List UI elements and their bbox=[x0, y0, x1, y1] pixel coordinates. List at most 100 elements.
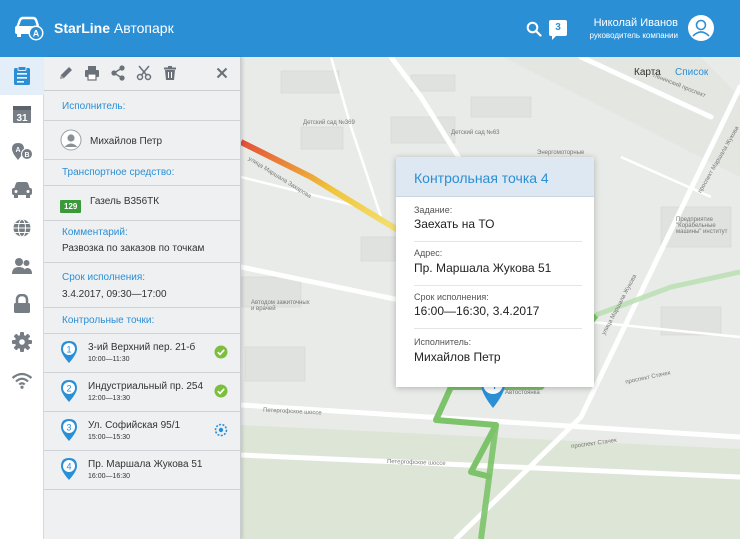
divider bbox=[44, 185, 241, 186]
checkpoint-item[interactable]: 2 Индустриальный пр. 254 12:00—13:30 bbox=[44, 373, 241, 411]
vehicle-section-label: Транспортное средство: bbox=[62, 167, 175, 178]
nav-routes[interactable]: A B bbox=[0, 133, 44, 171]
nav-connection[interactable] bbox=[0, 361, 44, 399]
executor-section-label: Исполнитель: bbox=[62, 101, 126, 112]
svg-text:1: 1 bbox=[66, 345, 71, 355]
address-value: Пр. Маршала Жукова 51 bbox=[414, 261, 552, 275]
app-title: StarLine Автопарк bbox=[54, 20, 174, 36]
tab-list[interactable]: Список bbox=[675, 67, 708, 78]
address-label: Адрес: bbox=[414, 248, 443, 258]
map-label: Автостоянка bbox=[505, 390, 540, 396]
user-role: руководитель компании bbox=[589, 31, 678, 40]
cut-icon[interactable] bbox=[136, 65, 152, 81]
executor-value: Михайлов Петр bbox=[414, 350, 501, 364]
search-icon[interactable] bbox=[526, 21, 542, 37]
map-label: Детский сад №63 bbox=[451, 130, 500, 136]
checkpoints-section-label: Контрольные точки: bbox=[62, 315, 155, 326]
gear-icon bbox=[12, 332, 32, 352]
comment-text: Развозка по заказов по точкам bbox=[62, 243, 205, 254]
nav-settings[interactable] bbox=[0, 323, 44, 361]
users-icon bbox=[12, 258, 32, 274]
checkpoint-item[interactable]: 1 3-ий Верхний пер. 21-б 10:00—11:30 bbox=[44, 334, 241, 372]
vehicle-name[interactable]: Газель В356ТК bbox=[90, 196, 159, 207]
checkpoint-pin-icon: 3 bbox=[61, 419, 77, 441]
svg-text:3: 3 bbox=[66, 423, 71, 433]
checkpoint-popup: Контрольная точка 4 Задание: Заехать на … bbox=[396, 157, 594, 387]
checkpoint-item[interactable]: 3 Ул. Софийская 95/1 15:00—15:30 bbox=[44, 412, 241, 450]
divider bbox=[44, 220, 241, 221]
checkpoint-address: 3-ий Верхний пер. 21-б bbox=[88, 342, 196, 353]
nav-tasks[interactable] bbox=[0, 57, 44, 95]
checkpoint-time: 16:00—16:30 bbox=[88, 473, 131, 480]
task-details-panel: Исполнитель: Михайлов Петр Транспортное … bbox=[44, 57, 241, 539]
svg-text:A: A bbox=[33, 29, 40, 39]
divider bbox=[414, 328, 582, 329]
calendar-icon: 31 bbox=[13, 106, 31, 124]
tab-map[interactable]: Карта bbox=[634, 67, 661, 78]
in-progress-icon bbox=[214, 423, 228, 437]
divider bbox=[44, 307, 241, 308]
executor-label: Исполнитель: bbox=[414, 337, 472, 347]
check-done-icon bbox=[214, 384, 228, 398]
car-icon bbox=[12, 182, 32, 198]
svg-text:31: 31 bbox=[16, 113, 28, 124]
checkpoint-pin-icon: 1 bbox=[61, 341, 77, 363]
checkpoint-address: Ул. Софийская 95/1 bbox=[88, 420, 181, 431]
checkpoint-pin-icon: 2 bbox=[61, 380, 77, 402]
divider bbox=[44, 262, 241, 263]
divider bbox=[44, 489, 241, 490]
divider bbox=[414, 241, 582, 242]
checkpoint-address: Индустриальный пр. 254 bbox=[88, 381, 204, 392]
nav-vehicles[interactable] bbox=[0, 171, 44, 209]
checkpoint-time: 15:00—15:30 bbox=[88, 434, 131, 441]
nav-security[interactable] bbox=[0, 285, 44, 323]
task-label: Задание: bbox=[414, 205, 453, 215]
svg-text:4: 4 bbox=[66, 462, 71, 472]
clipboard-icon bbox=[14, 66, 30, 85]
deadline-value: 16:00—16:30, 3.4.2017 bbox=[414, 304, 540, 318]
deadline-text: 3.4.2017, 09:30—17:00 bbox=[62, 289, 167, 300]
deadline-label: Срок исполнения: bbox=[414, 292, 489, 302]
checkpoint-time: 10:00—11:30 bbox=[88, 356, 130, 363]
checkpoint-item[interactable]: 4 Пр. Маршала Жукова 51 16:00—16:30 bbox=[44, 451, 241, 489]
trash-icon[interactable] bbox=[162, 65, 178, 81]
user-icon bbox=[692, 19, 710, 37]
edit-icon[interactable] bbox=[58, 65, 74, 81]
svg-text:2: 2 bbox=[66, 384, 71, 394]
checkpoint-pin-icon: 4 bbox=[61, 458, 77, 480]
map-label: Автодом зажиточных и врачей bbox=[251, 300, 310, 312]
vehicle-plate-badge: 129 bbox=[60, 196, 82, 214]
wifi-icon bbox=[11, 372, 33, 389]
side-navigation: 31 A B bbox=[0, 57, 44, 539]
check-done-icon bbox=[214, 345, 228, 359]
map-label: Энергомоторные bbox=[537, 150, 585, 156]
deadline-section-label: Срок исполнения: bbox=[62, 272, 146, 283]
map-label: Предприятие "Корабельные машины" институ… bbox=[676, 217, 728, 235]
checkpoint-time: 12:00—13:30 bbox=[88, 395, 131, 402]
checkpoint-address: Пр. Маршала Жукова 51 bbox=[88, 459, 203, 470]
popup-title: Контрольная точка 4 bbox=[396, 157, 594, 197]
user-name[interactable]: Николай Иванов bbox=[594, 17, 678, 29]
print-icon[interactable] bbox=[84, 65, 100, 81]
divider bbox=[44, 159, 241, 160]
share-icon[interactable] bbox=[110, 65, 126, 81]
globe-icon bbox=[13, 219, 31, 237]
lock-icon bbox=[14, 294, 30, 313]
comment-section-label: Комментарий: bbox=[62, 227, 128, 238]
traffic-segment bbox=[241, 139, 403, 235]
executor-name[interactable]: Михайлов Петр bbox=[90, 136, 162, 147]
user-avatar[interactable] bbox=[688, 15, 714, 41]
notifications-badge[interactable]: 3 bbox=[549, 20, 567, 40]
svg-text:A: A bbox=[15, 147, 20, 154]
fleet-logo-icon: A bbox=[15, 16, 44, 41]
top-bar: A StarLine Автопарк 3 Николай Иванов рук… bbox=[0, 0, 740, 57]
nav-calendar[interactable]: 31 bbox=[0, 95, 44, 133]
divider bbox=[44, 120, 241, 121]
avatar-icon bbox=[60, 129, 82, 151]
close-icon[interactable] bbox=[216, 67, 228, 79]
nav-geo[interactable] bbox=[0, 209, 44, 247]
svg-text:B: B bbox=[24, 152, 29, 159]
map-label: Детский сад №369 bbox=[303, 120, 355, 126]
panel-toolbar bbox=[44, 57, 240, 91]
nav-users[interactable] bbox=[0, 247, 44, 285]
